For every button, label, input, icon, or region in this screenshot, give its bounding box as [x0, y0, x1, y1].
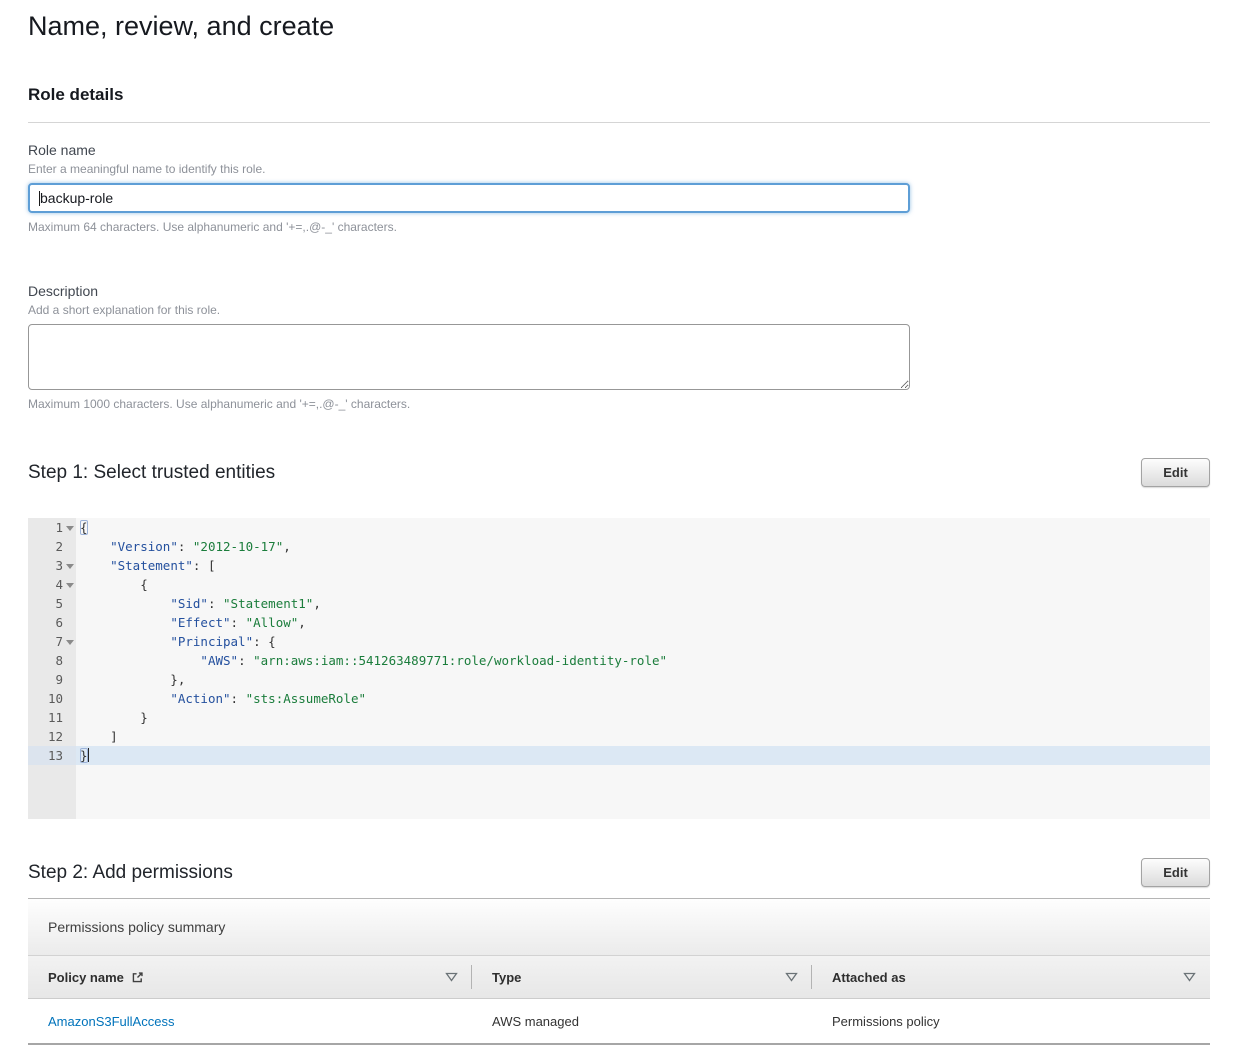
line-number-gutter: 12: [28, 727, 76, 746]
role-name-constraint: Maximum 64 characters. Use alphanumeric …: [28, 220, 1210, 234]
step1-title: Step 1: Select trusted entities: [28, 462, 275, 484]
editor-line: 6 "Effect": "Allow",: [28, 613, 1210, 632]
role-name-input[interactable]: [28, 183, 910, 213]
code-line: }: [76, 746, 1210, 765]
sort-filter-icon[interactable]: [445, 972, 458, 982]
editor-line: 4 {: [28, 575, 1210, 594]
code-line: "Principal": {: [76, 632, 1210, 651]
fold-caret-placeholder: [63, 613, 76, 632]
fold-caret-placeholder: [63, 708, 76, 727]
description-textarea[interactable]: [28, 324, 910, 390]
column-header-type[interactable]: Type: [472, 956, 812, 998]
editor-line: 2 "Version": "2012-10-17",: [28, 537, 1210, 556]
policy-editor[interactable]: 1{2 "Version": "2012-10-17",3 "Statement…: [28, 518, 1210, 819]
editor-line: 12 ]: [28, 727, 1210, 746]
column-header-label: Type: [492, 970, 521, 985]
permissions-panel: Permissions policy summary Policy name T…: [28, 898, 1210, 1045]
fold-caret-icon[interactable]: [63, 518, 76, 537]
fold-caret-icon[interactable]: [63, 632, 76, 651]
sort-filter-icon[interactable]: [785, 972, 798, 982]
line-number-gutter: 7: [28, 632, 76, 651]
line-number-gutter: 10: [28, 689, 76, 708]
role-name-input-wrap: [28, 183, 910, 213]
step2-title: Step 2: Add permissions: [28, 862, 233, 884]
line-number-gutter: 3: [28, 556, 76, 575]
column-header-label: Attached as: [832, 970, 906, 985]
code-line: ]: [76, 727, 1210, 746]
page-title: Name, review, and create: [28, 10, 1210, 42]
code-line: "AWS": "arn:aws:iam::541263489771:role/w…: [76, 651, 1210, 670]
policy-type-cell: AWS managed: [472, 1014, 812, 1029]
code-line: }: [76, 708, 1210, 727]
editor-line: 10 "Action": "sts:AssumeRole": [28, 689, 1210, 708]
line-number-gutter: 9: [28, 670, 76, 689]
fold-caret-placeholder: [63, 727, 76, 746]
text-caret: [39, 191, 40, 206]
section-divider: [28, 122, 1210, 123]
step1-header: Step 1: Select trusted entities Edit: [28, 458, 1210, 487]
table-row: AmazonS3FullAccess AWS managedPermissions…: [28, 999, 1210, 1045]
main-content: Name, review, and create Role details Ro…: [28, 10, 1210, 1045]
editor-cursor: [88, 748, 89, 762]
policy-table-header: Policy name Type: [28, 956, 1210, 999]
fold-caret-placeholder: [63, 594, 76, 613]
code-line: "Sid": "Statement1",: [76, 594, 1210, 613]
line-number-gutter: 8: [28, 651, 76, 670]
external-link-icon: [131, 971, 144, 984]
line-number-gutter: 13: [28, 746, 76, 765]
description-help: Add a short explanation for this role.: [28, 303, 1210, 317]
role-name-help: Enter a meaningful name to identify this…: [28, 162, 1210, 176]
policy-table-body: AmazonS3FullAccess AWS managedPermissions…: [28, 999, 1210, 1045]
editor-line: 11 }: [28, 708, 1210, 727]
line-number-gutter: 4: [28, 575, 76, 594]
attached-as-cell: Permissions policy: [812, 1014, 1210, 1029]
code-filler: [76, 765, 1210, 819]
step2-edit-button[interactable]: Edit: [1141, 858, 1210, 887]
code-line: {: [76, 518, 1210, 537]
editor-line: 8 "AWS": "arn:aws:iam::541263489771:role…: [28, 651, 1210, 670]
editor-line: 13}: [28, 746, 1210, 765]
editor-line: 3 "Statement": [: [28, 556, 1210, 575]
editor-line: 5 "Sid": "Statement1",: [28, 594, 1210, 613]
editor-empty-area: [28, 765, 1210, 819]
line-number-gutter: 5: [28, 594, 76, 613]
policy-name-cell: AmazonS3FullAccess: [28, 1014, 472, 1029]
column-header-policy-name[interactable]: Policy name: [28, 956, 472, 998]
line-number-gutter: 1: [28, 518, 76, 537]
line-number-gutter: 6: [28, 613, 76, 632]
role-name-label: Role name: [28, 142, 1210, 158]
fold-caret-placeholder: [63, 651, 76, 670]
code-line: "Version": "2012-10-17",: [76, 537, 1210, 556]
column-header-label: Policy name: [48, 970, 124, 985]
column-header-attached-as[interactable]: Attached as: [812, 956, 1210, 998]
fold-caret-placeholder: [63, 689, 76, 708]
fold-caret-icon[interactable]: [63, 575, 76, 594]
code-line: "Statement": [: [76, 556, 1210, 575]
fold-caret-icon[interactable]: [63, 556, 76, 575]
line-number-gutter: 11: [28, 708, 76, 727]
role-details-heading: Role details: [28, 85, 1210, 105]
code-line: },: [76, 670, 1210, 689]
editor-line: 7 "Principal": {: [28, 632, 1210, 651]
code-line: "Effect": "Allow",: [76, 613, 1210, 632]
line-number-gutter: 2: [28, 537, 76, 556]
sort-filter-icon[interactable]: [1183, 972, 1196, 982]
editor-line: 1{: [28, 518, 1210, 537]
editor-line: 9 },: [28, 670, 1210, 689]
fold-caret-placeholder: [63, 537, 76, 556]
code-line: "Action": "sts:AssumeRole": [76, 689, 1210, 708]
step2-header: Step 2: Add permissions Edit: [28, 858, 1210, 887]
fold-caret-placeholder: [63, 746, 76, 765]
fold-caret-placeholder: [63, 670, 76, 689]
policy-name-link[interactable]: AmazonS3FullAccess: [48, 1014, 174, 1029]
gutter-filler: [28, 765, 76, 819]
description-label: Description: [28, 283, 1210, 299]
description-constraint: Maximum 1000 characters. Use alphanumeri…: [28, 397, 1210, 411]
permissions-panel-title: Permissions policy summary: [28, 899, 1210, 956]
code-line: {: [76, 575, 1210, 594]
step1-edit-button[interactable]: Edit: [1141, 458, 1210, 487]
